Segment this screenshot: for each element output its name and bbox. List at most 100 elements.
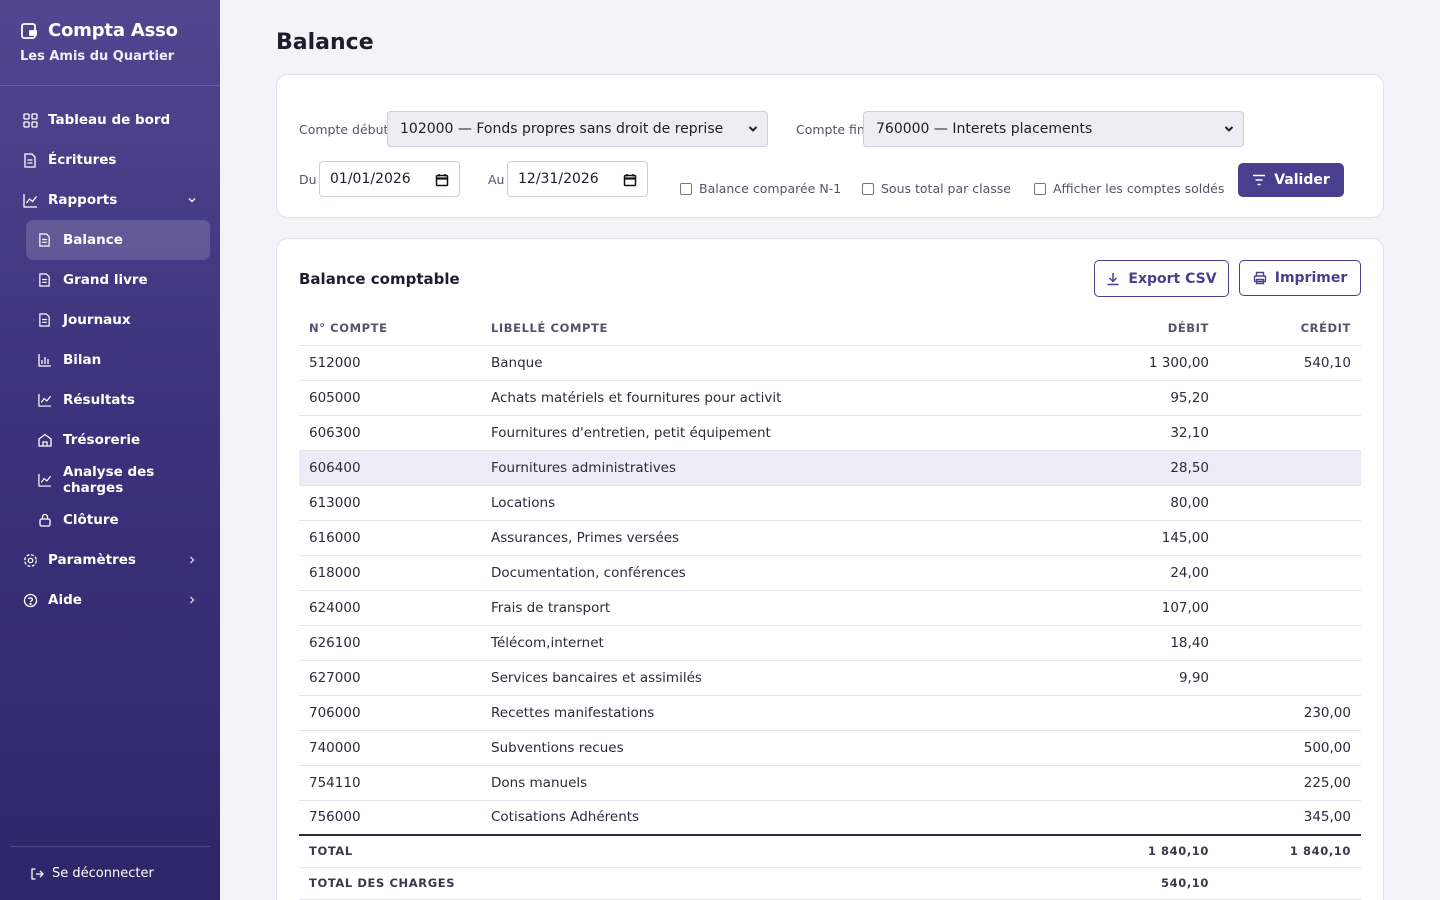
- column-header-debit[interactable]: Débit: [1061, 311, 1219, 346]
- cell-num: 627000: [299, 660, 481, 696]
- sidebar-item-balance[interactable]: Balance: [26, 220, 210, 260]
- nav-item-label: Écritures: [48, 152, 117, 168]
- checkbox-comptes-soldes[interactable]: Afficher les comptes soldés: [1034, 181, 1224, 196]
- sidebar: Compta Asso Les Amis du Quartier Tableau…: [0, 0, 220, 900]
- main-nav: Tableau de bord Écritures Rapports Balan…: [0, 86, 220, 620]
- cell-num: 754110: [299, 765, 481, 801]
- table-row[interactable]: 624000 Frais de transport 107,00: [299, 590, 1361, 626]
- cell-credit: [1219, 590, 1361, 626]
- cell-debit: [1061, 800, 1219, 836]
- date-to-input[interactable]: 12/31/2026: [507, 161, 648, 197]
- cell-credit: [1219, 380, 1361, 416]
- nav-item-label: Tableau de bord: [48, 112, 171, 128]
- column-header-num[interactable]: N° compte: [299, 311, 481, 346]
- table-row[interactable]: 706000 Recettes manifestations 230,00: [299, 695, 1361, 731]
- table-row[interactable]: 613000 Locations 80,00: [299, 485, 1361, 521]
- cell-num: 706000: [299, 695, 481, 731]
- checkbox-box[interactable]: [862, 182, 874, 195]
- cell-label: Fournitures administratives: [481, 450, 1061, 486]
- column-header-credit[interactable]: Crédit: [1219, 311, 1361, 346]
- table-row[interactable]: 606300 Fournitures d'entretien, petit équ…: [299, 415, 1361, 451]
- nav-item-ecritures[interactable]: Écritures: [0, 140, 220, 180]
- nav-item-tableau-de-bord[interactable]: Tableau de bord: [0, 100, 220, 140]
- table-row[interactable]: 754110 Dons manuels 225,00: [299, 765, 1361, 801]
- nav-item-label: Aide: [48, 592, 82, 608]
- ledger-icon: [20, 22, 38, 40]
- table-header-row: N° compte Libellé compte Débit Crédit: [299, 311, 1361, 346]
- nav-item-parametres[interactable]: Paramètres: [0, 540, 220, 580]
- table-row[interactable]: 606400 Fournitures administratives 28,50: [299, 450, 1361, 486]
- checkbox-balance-comparee[interactable]: Balance comparée N-1: [680, 181, 841, 196]
- cell-credit: [1219, 415, 1361, 451]
- cell-label: Recettes manifestations: [481, 695, 1061, 731]
- table-row[interactable]: 756000 Cotisations Adhérents 345,00: [299, 800, 1361, 836]
- nav-item-rapports[interactable]: Rapports: [0, 180, 220, 220]
- date-to-value: 12/31/2026: [518, 171, 599, 187]
- sidebar-item-resultats[interactable]: Résultats: [26, 380, 210, 420]
- nav-item-aide[interactable]: Aide: [0, 580, 220, 620]
- cell-label: Services bancaires et assimilés: [481, 660, 1061, 696]
- help-icon: [22, 592, 38, 608]
- cell-label: Télécom,internet: [481, 625, 1061, 661]
- document-icon: [38, 313, 52, 327]
- total-spacer: [481, 834, 1061, 868]
- compte-fin-select[interactable]: 760000 — Interets placements: [863, 111, 1244, 147]
- compte-debut-select[interactable]: 102000 — Fonds propres sans droit de rep…: [387, 111, 768, 147]
- cell-credit: 500,00: [1219, 730, 1361, 766]
- checkbox-box[interactable]: [1034, 182, 1046, 195]
- sidebar-item-journaux[interactable]: Journaux: [26, 300, 210, 340]
- print-label: Imprimer: [1274, 270, 1348, 286]
- organization-name: Les Amis du Quartier: [20, 49, 175, 64]
- print-button[interactable]: Imprimer: [1239, 260, 1361, 296]
- table-row[interactable]: 605000 Achats matériels et fournitures po…: [299, 380, 1361, 416]
- cell-num: 756000: [299, 800, 481, 836]
- cell-credit: 230,00: [1219, 695, 1361, 731]
- sidebar-item-label: Clôture: [63, 512, 119, 528]
- logout-button[interactable]: Se déconnecter: [10, 846, 210, 900]
- page-title: Balance: [276, 30, 374, 55]
- calendar-icon[interactable]: [435, 173, 449, 187]
- total-label: Total: [299, 834, 481, 868]
- du-label: Du: [299, 172, 317, 187]
- column-header-label[interactable]: Libellé compte: [481, 311, 1061, 346]
- sidebar-item-grand-livre[interactable]: Grand livre: [26, 260, 210, 300]
- table-row[interactable]: 616000 Assurances, Primes versées 145,00: [299, 520, 1361, 556]
- cell-label: Fournitures d'entretien, petit équipemen…: [481, 415, 1061, 451]
- filters-card: Compte début 102000 — Fonds propres sans…: [276, 74, 1384, 218]
- table-row[interactable]: 618000 Documentation, conférences 24,00: [299, 555, 1361, 591]
- cell-label: Assurances, Primes versées: [481, 520, 1061, 556]
- total-credit: 1 840,10: [1219, 834, 1361, 868]
- logout-label: Se déconnecter: [52, 866, 154, 881]
- cell-debit: [1061, 695, 1219, 731]
- valider-button[interactable]: Valider: [1238, 163, 1344, 197]
- cell-debit: 32,10: [1061, 415, 1219, 451]
- table-row[interactable]: 740000 Subventions recues 500,00: [299, 730, 1361, 766]
- nav-item-label: Rapports: [48, 192, 118, 208]
- date-from-input[interactable]: 01/01/2026: [319, 161, 460, 197]
- cell-debit: 1 300,00: [1061, 345, 1219, 381]
- checkbox-box[interactable]: [680, 182, 692, 195]
- sidebar-item-tresorerie[interactable]: Trésorerie: [26, 420, 210, 460]
- table-row[interactable]: 627000 Services bancaires et assimilés 9,9…: [299, 660, 1361, 696]
- cell-debit: [1061, 730, 1219, 766]
- table-row[interactable]: 626100 Télécom,internet 18,40: [299, 625, 1361, 661]
- sidebar-item-label: Trésorerie: [63, 432, 141, 448]
- chevron-down-icon: [186, 194, 198, 206]
- table-row[interactable]: 512000 Banque 1 300,00 540,10: [299, 345, 1361, 381]
- filter-icon: [1252, 174, 1266, 186]
- sidebar-item-analyse-des-charges[interactable]: Analyse des charges: [26, 460, 210, 500]
- cell-debit: 9,90: [1061, 660, 1219, 696]
- sidebar-item-cloture[interactable]: Clôture: [26, 500, 210, 540]
- sidebar-item-bilan[interactable]: Bilan: [26, 340, 210, 380]
- calendar-icon[interactable]: [623, 173, 637, 187]
- checkbox-label: Sous total par classe: [881, 181, 1011, 196]
- total-debit: 540,10: [1061, 867, 1219, 900]
- chart-line-icon: [38, 393, 52, 407]
- cell-debit: 145,00: [1061, 520, 1219, 556]
- export-csv-button[interactable]: Export CSV: [1094, 260, 1229, 297]
- cell-debit: 107,00: [1061, 590, 1219, 626]
- cell-label: Locations: [481, 485, 1061, 521]
- compte-debut-value: 102000 — Fonds propres sans droit de rep…: [400, 121, 724, 137]
- document-icon: [38, 273, 52, 287]
- checkbox-sous-total-classe[interactable]: Sous total par classe: [862, 181, 1011, 196]
